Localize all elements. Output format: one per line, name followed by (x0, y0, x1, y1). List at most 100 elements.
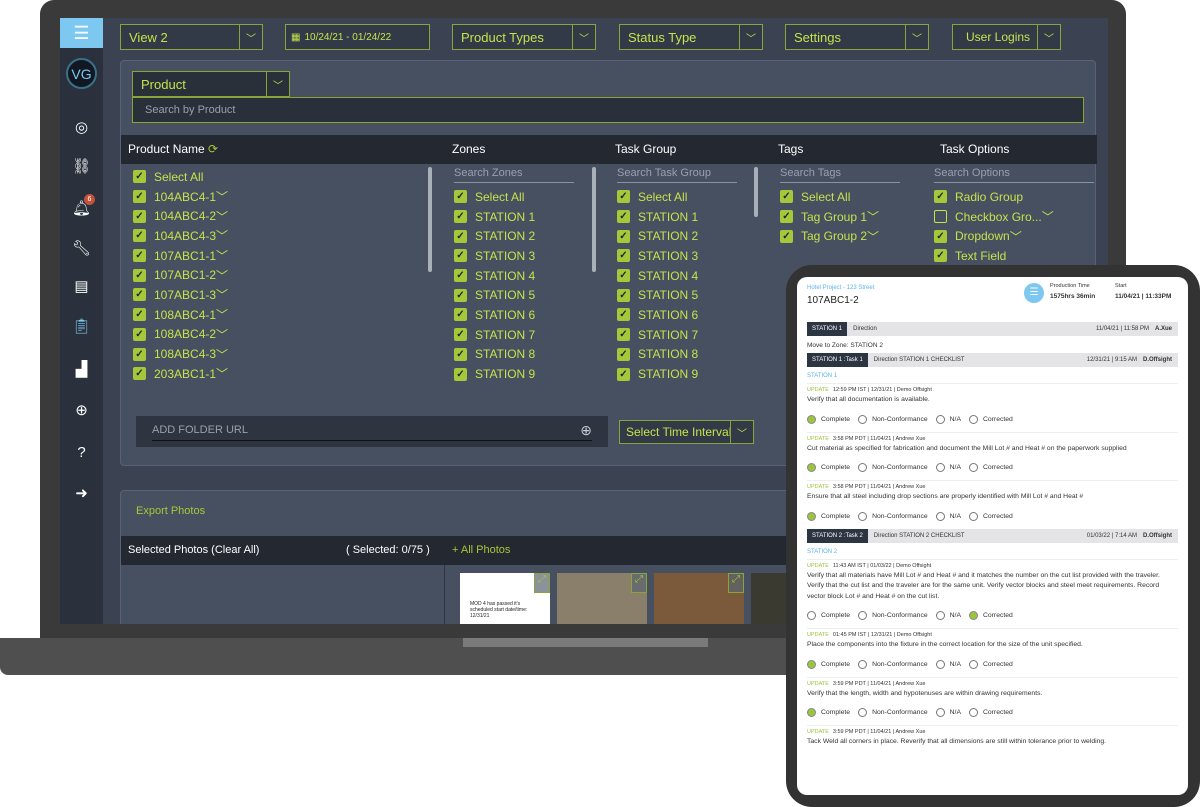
checkbox[interactable]: ✓ (454, 288, 467, 302)
radio-n-a[interactable]: N/A (935, 659, 961, 669)
photo-thumbnail[interactable]: ⤢ (654, 573, 744, 624)
radio-n-a[interactable]: N/A (935, 511, 961, 521)
photo-thumbnail[interactable]: ⤢ (557, 573, 647, 624)
chevron-down-icon[interactable]: ﹀ (216, 227, 228, 244)
radio-complete[interactable]: Complete (807, 511, 850, 521)
list-item[interactable]: ✓ STATION 3 (454, 246, 574, 266)
expand-icon[interactable]: ⤢ (631, 573, 647, 593)
task-group-scrollbar[interactable] (754, 167, 758, 217)
header-product[interactable]: Product Name ⟳ (128, 142, 218, 156)
checkbox[interactable]: ✓ (617, 269, 630, 283)
list-item[interactable]: ✓ STATION 7 (454, 325, 574, 345)
list-item[interactable]: ✓ 104ABC4-1 ﹀ (133, 187, 228, 207)
product-types-dropdown[interactable]: Product Types ﹀ (452, 24, 596, 50)
search-tags-input[interactable]: Search Tags (780, 167, 900, 183)
radio-icon[interactable] (858, 659, 868, 669)
list-item[interactable]: ✓ Tag Group 2 ﹀ (780, 226, 900, 246)
checkbox[interactable]: ✓ (934, 229, 947, 243)
folder-url-input[interactable]: ADD FOLDER URL ⊕ (136, 416, 608, 447)
help-icon[interactable]: ? (60, 444, 103, 461)
radio-icon[interactable] (807, 659, 816, 669)
list-item[interactable]: ✓ Select All (780, 187, 900, 207)
checkbox[interactable]: ✓ (617, 347, 630, 361)
list-item[interactable]: ✓ STATION 5 (617, 285, 737, 305)
checkbox[interactable]: ✓ (133, 288, 146, 302)
radio-corrected[interactable]: Corrected (968, 414, 1013, 424)
checkbox[interactable]: ✓ (133, 190, 146, 204)
checkbox[interactable]: ✓ (617, 288, 630, 302)
radio-corrected[interactable]: Corrected (968, 708, 1013, 717)
list-item[interactable]: ✓ Text Field (934, 246, 1094, 266)
avatar[interactable]: VG (66, 58, 97, 89)
stack-logo-icon[interactable]: ☰ (60, 18, 103, 48)
chevron-down-icon[interactable]: ﹀ (216, 365, 228, 382)
list-item[interactable]: ✓ 104ABC4-2 ﹀ (133, 206, 228, 226)
checkbox[interactable]: ✓ (780, 190, 793, 204)
all-photos-button[interactable]: + All Photos (452, 544, 510, 556)
radio-icon[interactable] (807, 463, 816, 472)
radio-icon[interactable] (968, 708, 978, 717)
target-icon[interactable]: ◎ (60, 118, 103, 136)
checkbox[interactable]: ✓ (617, 367, 630, 381)
zones-scrollbar[interactable] (592, 167, 596, 272)
radio-complete[interactable]: Complete (807, 708, 850, 717)
checkbox[interactable]: ✓ (454, 328, 467, 342)
date-range-picker[interactable]: ▦ 10/24/21 - 01/24/22 (285, 24, 430, 50)
radio-complete[interactable]: Complete (807, 463, 850, 472)
view-dropdown[interactable]: View 2 ﹀ (120, 24, 263, 50)
radio-icon[interactable] (858, 511, 868, 521)
chevron-down-icon[interactable]: ﹀ (1042, 208, 1054, 225)
list-item[interactable]: ✓ 108ABC4-3 ﹀ (133, 344, 228, 364)
checkbox[interactable]: ✓ (454, 210, 467, 224)
checkbox[interactable]: ✓ (133, 170, 146, 184)
list-item[interactable]: ✓ 107ABC1-3 ﹀ (133, 285, 228, 305)
checkbox[interactable]: ✓ (617, 229, 630, 243)
radio-non-conformance[interactable]: Non-Conformance (858, 708, 928, 717)
checkbox[interactable]: ✓ (133, 249, 146, 263)
radio-icon[interactable] (807, 611, 816, 620)
list-item[interactable]: ✓ STATION 4 (617, 266, 737, 286)
list-item[interactable]: ✓ 107ABC1-1 ﹀ (133, 246, 228, 266)
chevron-down-icon[interactable]: ﹀ (216, 208, 228, 225)
radio-non-conformance[interactable]: Non-Conformance (858, 463, 928, 472)
radio-complete[interactable]: Complete (807, 414, 850, 424)
checkbox[interactable]: ✓ (454, 367, 467, 381)
status-type-dropdown[interactable]: Status Type ﹀ (619, 24, 763, 50)
chart-icon[interactable]: ▟ (60, 360, 103, 378)
checkbox[interactable]: ✓ (454, 308, 467, 322)
radio-non-conformance[interactable]: Non-Conformance (858, 611, 928, 620)
grid-icon[interactable]: ⊕ (60, 401, 103, 419)
radio-complete[interactable]: Complete (807, 611, 850, 620)
checkbox[interactable]: ✓ (617, 210, 630, 224)
chevron-down-icon[interactable]: ﹀ (1010, 228, 1022, 245)
list-item[interactable]: ✓ STATION 8 (617, 345, 737, 365)
radio-n-a[interactable]: N/A (935, 463, 961, 472)
list-item[interactable]: Checkbox Gro... ﹀ (934, 207, 1094, 227)
export-photos-button[interactable]: Export Photos (136, 505, 205, 517)
radio-corrected[interactable]: Corrected (968, 463, 1013, 472)
checkbox[interactable]: ✓ (454, 229, 467, 243)
radio-icon[interactable] (807, 414, 816, 424)
radio-non-conformance[interactable]: Non-Conformance (858, 511, 928, 521)
list-item[interactable]: ✓ STATION 1 (454, 207, 574, 227)
checkbox[interactable]: ✓ (780, 229, 793, 243)
product-scrollbar[interactable] (428, 167, 432, 272)
checkbox[interactable]: ✓ (133, 367, 146, 381)
list-item[interactable]: ✓ 104ABC4-3 ﹀ (133, 226, 228, 246)
checkbox[interactable]: ✓ (617, 190, 630, 204)
chevron-down-icon[interactable]: ﹀ (216, 306, 228, 323)
radio-complete[interactable]: Complete (807, 659, 850, 669)
list-item[interactable]: ✓ Tag Group 1 ﹀ (780, 207, 900, 227)
radio-icon[interactable] (935, 708, 945, 717)
radio-icon[interactable] (968, 511, 978, 521)
radio-corrected[interactable]: Corrected (968, 611, 1013, 620)
bell-icon[interactable]: 🔔︎ (60, 199, 103, 217)
chevron-down-icon[interactable]: ﹀ (216, 267, 228, 284)
checkbox[interactable]: ✓ (454, 190, 467, 204)
radio-icon[interactable] (935, 659, 945, 669)
checkbox[interactable]: ✓ (133, 327, 146, 341)
wrench-icon[interactable]: 🔧︎ (60, 239, 103, 257)
checkbox[interactable] (934, 210, 947, 224)
checkbox[interactable]: ✓ (133, 229, 146, 243)
list-item[interactable]: ✓ 108ABC4-2 ﹀ (133, 325, 228, 345)
